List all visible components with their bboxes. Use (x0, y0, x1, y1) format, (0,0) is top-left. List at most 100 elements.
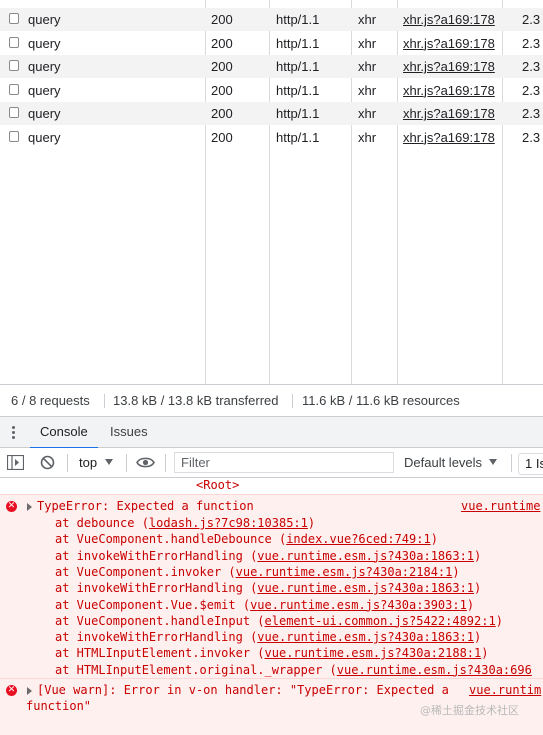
stack-frame-link[interactable]: vue.runtime.esm.js?430a:2188:1 (265, 646, 482, 660)
stack-frame-text: at debounce ( (55, 516, 149, 530)
request-type: xhr (358, 59, 377, 74)
request-name[interactable]: query (28, 8, 198, 31)
row-checkbox[interactable] (9, 130, 19, 142)
stack-frame-text: at VueComponent.handleDebounce ( (55, 532, 287, 547)
expand-triangle-icon[interactable] (27, 503, 32, 511)
expand-triangle-icon[interactable] (27, 687, 32, 695)
table-row[interactable]: query 200 http/1.1 xhr xhr.js?a169:178 2.3 (0, 8, 543, 31)
stack-frame-link[interactable]: vue.runtime.esm.js?430a:1863:1 (257, 549, 474, 563)
stack-frame: at invokeWithErrorHandling (vue.runtime.… (55, 580, 481, 596)
transferred-size: 13.8 kB / 13.8 kB transferred (113, 393, 279, 408)
request-initiator-link[interactable]: xhr.js?a169:178 (403, 32, 498, 55)
request-size: 2.3 (522, 35, 541, 51)
stack-frame-link[interactable]: element-ui.common.js?5422:4892:1 (265, 614, 496, 628)
log-levels-dropdown[interactable]: Default levels (404, 448, 482, 477)
divider (292, 394, 293, 408)
request-name[interactable]: query (28, 102, 198, 125)
clear-console-icon[interactable] (40, 455, 55, 470)
table-row[interactable]: query 200 http/1.1 xhr xhr.js?a169:178 2.3 (0, 32, 543, 55)
table-row[interactable]: query 200 http/1.1 xhr xhr.js?a169:178 2.3 (0, 102, 543, 125)
request-protocol: http/1.1 (276, 82, 320, 98)
stack-frame-text: at VueComponent.invoker ( (55, 564, 236, 579)
request-name[interactable]: query (28, 79, 198, 102)
issues-counter-button[interactable]: 1 Is (518, 453, 543, 475)
sidebar-toggle-icon[interactable] (7, 455, 24, 470)
console-output: <Root> ✕ TypeError: Expected a function … (0, 478, 543, 735)
more-tools-icon[interactable] (12, 426, 16, 440)
table-row[interactable]: query 200 http/1.1 xhr xhr.js?a169:178 2.3 (0, 55, 543, 78)
stack-frame-link[interactable]: lodash.js?7c98:10385:1 (149, 516, 308, 530)
stack-frame-text: at invokeWithErrorHandling ( (55, 548, 258, 563)
divider (511, 454, 512, 472)
error-icon: ✕ (6, 501, 17, 512)
warning-source-link[interactable]: vue.runtim (469, 683, 541, 697)
error-message: ✕ TypeError: Expected a function vue.run… (0, 494, 543, 678)
request-type: xhr (358, 129, 377, 145)
context-selector[interactable]: top (79, 448, 97, 477)
row-checkbox[interactable] (9, 107, 19, 118)
stack-frame: at invokeWithErrorHandling (vue.runtime.… (55, 548, 481, 564)
stack-frame-link[interactable]: vue.runtime.esm.js?430a:2184:1 (236, 565, 453, 579)
request-size: 2.3 (522, 106, 541, 121)
row-checkbox[interactable] (9, 60, 19, 71)
table-row[interactable]: query 200 http/1.1 xhr xhr.js?a169:178 2.3 (0, 79, 543, 102)
divider (104, 394, 105, 408)
request-protocol: http/1.1 (276, 12, 320, 27)
request-type: xhr (358, 12, 377, 27)
request-name[interactable]: query (28, 32, 198, 55)
stack-frame-link[interactable]: vue.runtime.esm.js?430a:3903:1 (250, 598, 467, 612)
stack-frame-end: ) (430, 532, 438, 547)
request-size: 2.3 (522, 129, 541, 145)
request-type: xhr (358, 35, 377, 51)
watermark: @稀土掘金技术社区 (420, 704, 519, 717)
tab-console[interactable]: Console (30, 417, 98, 449)
request-name[interactable]: query (28, 126, 198, 149)
resources-size: 11.6 kB / 11.6 kB resources (302, 393, 460, 408)
stack-frame-link[interactable]: vue.runtime.esm.js?430a:696 (337, 663, 532, 677)
request-initiator-link[interactable]: xhr.js?a169:178 (403, 79, 498, 102)
stack-frame-end: ) (466, 597, 475, 612)
table-row[interactable]: query 200 http/1.1 xhr xhr.js?a169:178 2.3 (0, 126, 543, 149)
request-size: 2.3 (522, 12, 541, 27)
request-initiator-link[interactable]: xhr.js?a169:178 (403, 55, 498, 78)
request-status: 200 (211, 129, 233, 145)
stack-frame-end: ) (474, 581, 482, 596)
chevron-down-icon[interactable] (105, 459, 113, 465)
row-checkbox[interactable] (9, 83, 19, 95)
request-protocol: http/1.1 (276, 129, 320, 145)
stack-frame: at VueComponent.Vue.$emit (vue.runtime.e… (55, 597, 474, 613)
stack-frame-text: at VueComponent.Vue.$emit ( (55, 597, 251, 612)
stack-frame-end: ) (474, 630, 482, 645)
requests-count: 6 / 8 requests (11, 393, 90, 408)
stack-frame: at HTMLInputElement.original._wrapper (v… (55, 662, 532, 678)
stack-frame-link[interactable]: vue.runtime.esm.js?430a:1863:1 (257, 630, 474, 644)
devtools-window: query 200 http/1.1 xhr xhr.js?a169:178 2.3 que… (0, 0, 543, 735)
request-initiator-link[interactable]: xhr.js?a169:178 (403, 126, 498, 149)
error-icon: ✕ (6, 685, 17, 696)
root-label: <Root> (196, 478, 240, 492)
request-protocol: http/1.1 (276, 59, 320, 74)
error-source-link[interactable]: vue.runtime (461, 499, 540, 513)
stack-frame-end: ) (495, 613, 503, 628)
stack-frame: at debounce (lodash.js?7c98:10385:1) (55, 515, 315, 531)
stack-frame-link[interactable]: vue.runtime.esm.js?430a:1863:1 (257, 581, 474, 595)
divider (126, 454, 127, 472)
tab-issues[interactable]: Issues (110, 417, 148, 447)
request-size: 2.3 (522, 59, 541, 74)
stack-frame-text: at HTMLInputElement.original._wrapper ( (55, 662, 337, 677)
request-initiator-link[interactable]: xhr.js?a169:178 (403, 102, 498, 125)
stack-frame-text: at invokeWithErrorHandling ( (55, 581, 258, 596)
stack-frame-link[interactable]: index.vue?6ced:749:1 (286, 532, 431, 546)
row-checkbox[interactable] (9, 36, 19, 48)
chevron-down-icon[interactable] (489, 459, 497, 465)
row-checkbox[interactable] (9, 13, 19, 24)
filter-input[interactable] (174, 452, 394, 473)
eye-icon[interactable] (136, 456, 155, 469)
stack-frame: at invokeWithErrorHandling (vue.runtime.… (55, 629, 481, 645)
request-status: 200 (211, 12, 233, 27)
error-message-text: TypeError: Expected a function (37, 499, 254, 513)
divider (67, 454, 68, 472)
request-initiator-link[interactable]: xhr.js?a169:178 (403, 8, 498, 31)
request-name[interactable]: query (28, 55, 198, 78)
stack-frame-text: at VueComponent.handleInput ( (55, 613, 265, 628)
